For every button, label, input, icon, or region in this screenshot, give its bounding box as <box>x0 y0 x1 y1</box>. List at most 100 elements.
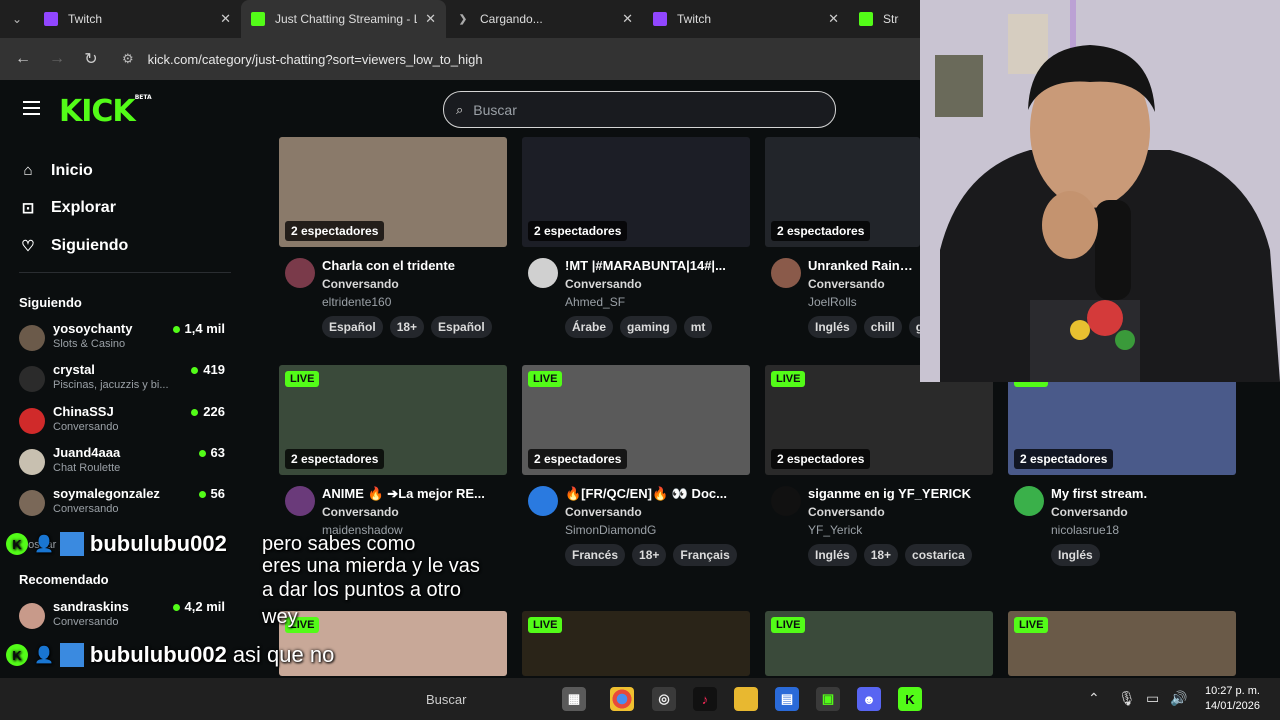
sidebar-channel[interactable]: sandraskins Conversando 4,2 mil <box>19 599 231 633</box>
tag-pill[interactable]: gaming <box>620 316 677 338</box>
stream-card[interactable]: LIVE 2 espectadores 🔥[FR/QC/EN]🔥 👀 Doc... C… <box>522 365 750 566</box>
sidebar-channel[interactable]: yosoychanty Slots & Casino 1,4 mil <box>19 321 231 355</box>
stream-category[interactable]: Conversando <box>322 505 399 519</box>
widgets-icon[interactable]: ▦ <box>562 687 586 711</box>
browser-tab[interactable]: Strea <box>849 0 909 38</box>
stream-title[interactable]: Unranked Rainbow <box>808 258 920 273</box>
tag-pill[interactable]: costarica <box>905 544 972 566</box>
stream-title[interactable]: 🔥[FR/QC/EN]🔥 👀 Doc... <box>565 486 750 502</box>
reload-icon[interactable]: ↻ <box>74 49 108 69</box>
stream-card[interactable]: LIVE <box>522 611 750 676</box>
url-field[interactable]: ⚙ kick.com/category/just-chatting?sort=v… <box>122 51 483 67</box>
browser-tab[interactable]: Just Chatting Streaming - Li ✕ <box>241 0 446 38</box>
stream-thumbnail[interactable]: LIVE <box>765 611 993 676</box>
tag-pill[interactable]: 18+ <box>632 544 667 566</box>
microphone-icon[interactable]: 🎙 <box>1118 690 1136 707</box>
channel-avatar[interactable] <box>285 486 315 516</box>
stream-card[interactable]: 2 espectadores Unranked Rainbow Conversand… <box>765 137 920 338</box>
sidebar-channel[interactable]: ChinaSSJ Conversando 226 <box>19 404 231 438</box>
tag-pill[interactable]: Inglés <box>808 544 857 566</box>
stream-username[interactable]: YF_Yerick <box>808 523 862 537</box>
browser-tab[interactable]: Twitch ✕ <box>643 0 849 38</box>
tag-pill[interactable]: Francés <box>565 544 626 566</box>
stream-thumbnail[interactable]: LIVE 2 espectadores <box>279 365 507 475</box>
browser-tab[interactable]: Twitch ✕ <box>34 0 241 38</box>
stream-category[interactable]: Conversando <box>808 277 885 291</box>
kick-taskbar-icon[interactable]: K <box>898 687 922 711</box>
stream-username[interactable]: nicolasrue18 <box>1051 523 1119 537</box>
tag-pill[interactable]: Español <box>322 316 383 338</box>
hamburger-menu-icon[interactable] <box>23 101 40 115</box>
search-input[interactable]: ⌕ Buscar <box>443 91 836 128</box>
stream-title[interactable]: siganme en ig YF_YERICK <box>808 486 993 501</box>
network-icon[interactable]: ▭ <box>1146 690 1159 707</box>
tag-pill[interactable]: Français <box>673 544 737 566</box>
close-tab-icon[interactable]: ✕ <box>220 11 231 27</box>
stream-title[interactable]: My first stream. <box>1051 486 1236 501</box>
stream-category[interactable]: Conversando <box>1051 505 1128 519</box>
close-tab-icon[interactable]: ✕ <box>622 11 633 27</box>
tab-list-dropdown-icon[interactable]: ⌄ <box>0 0 34 38</box>
tag-pill[interactable]: Español <box>431 316 492 338</box>
stream-username[interactable]: SimonDiamondG <box>565 523 656 537</box>
channel-avatar[interactable] <box>1014 486 1044 516</box>
sidebar-channel[interactable]: crystal Piscinas, jacuzzis y bi... 419 <box>19 362 231 396</box>
sidebar-channel[interactable]: soymalegonzalez Conversando 56 <box>19 486 231 520</box>
close-tab-icon[interactable]: ✕ <box>828 11 839 27</box>
tag-pill[interactable]: ga <box>908 316 920 338</box>
volume-icon[interactable]: 🔊 <box>1170 690 1187 707</box>
discord-icon[interactable]: ☻ <box>857 687 881 711</box>
stream-card[interactable]: 2 espectadores !MT |#MARABUNTA|14#|... Con… <box>522 137 750 338</box>
chrome-icon[interactable] <box>610 687 634 711</box>
system-clock[interactable]: 10:27 p. m. 14/01/2026 <box>1205 684 1260 714</box>
channel-avatar[interactable] <box>771 486 801 516</box>
stream-category[interactable]: Conversando <box>565 277 642 291</box>
stream-username[interactable]: Ahmed_SF <box>565 295 625 309</box>
apps-icon[interactable]: ▣ <box>816 687 840 711</box>
tag-pill[interactable]: 18+ <box>863 544 899 566</box>
back-icon[interactable]: ← <box>6 50 40 68</box>
tag-pill[interactable]: Inglés <box>1051 544 1100 566</box>
store-icon[interactable]: ▤ <box>775 687 799 711</box>
tag-pill[interactable]: Inglés <box>808 316 857 338</box>
tray-chevron-icon[interactable]: ⌃ <box>1088 690 1100 707</box>
stream-thumbnail[interactable]: 2 espectadores <box>279 137 507 247</box>
stream-title[interactable]: ANIME 🔥 ➔La mejor RE... <box>322 486 507 502</box>
browser-tab[interactable]: ❯ Cargando... ✕ <box>446 0 643 38</box>
stream-thumbnail[interactable]: LIVE 2 espectadores <box>522 365 750 475</box>
tag-pill[interactable]: Árabe <box>565 316 614 338</box>
stream-thumbnail[interactable]: 2 espectadores <box>522 137 750 247</box>
stream-thumbnail[interactable]: 2 espectadores <box>765 137 920 247</box>
stream-card[interactable]: LIVE 2 espectadores siganme en ig YF_YERIC… <box>765 365 993 566</box>
stream-card[interactable]: LIVE 2 espectadores ANIME 🔥 ➔La mejor RE..… <box>279 365 507 555</box>
stream-card[interactable]: 2 espectadores Charla con el tridente Conv… <box>279 137 507 338</box>
channel-avatar[interactable] <box>285 258 315 288</box>
channel-avatar[interactable] <box>528 258 558 288</box>
stream-title[interactable]: !MT |#MARABUNTA|14#|... <box>565 258 750 273</box>
tag-pill[interactable]: 18+ <box>389 316 425 338</box>
sidebar-nav-explorar[interactable]: ⊡ Explorar <box>20 190 250 228</box>
file-explorer-icon[interactable] <box>734 687 758 711</box>
stream-card[interactable]: LIVE <box>1008 611 1236 676</box>
stream-thumbnail[interactable]: LIVE <box>522 611 750 676</box>
sidebar-nav-siguiendo[interactable]: ♡ Siguiendo <box>20 227 250 265</box>
stream-category[interactable]: Conversando <box>565 505 642 519</box>
channel-avatar[interactable] <box>771 258 801 288</box>
stream-thumbnail[interactable]: LIVE <box>1008 611 1236 676</box>
channel-avatar[interactable] <box>528 486 558 516</box>
stream-card[interactable]: LIVE <box>765 611 993 676</box>
sidebar-nav-inicio[interactable]: ⌂ Inicio <box>20 152 250 190</box>
stream-card[interactable]: LIVE2 espectadoresMy first stream.Conver… <box>1008 365 1236 566</box>
sidebar-channel[interactable]: Juand4aaa Chat Roulette 63 <box>19 445 231 479</box>
stream-category[interactable]: Conversando <box>322 277 399 291</box>
stream-category[interactable]: Conversando <box>808 505 885 519</box>
tag-pill[interactable]: chill <box>863 316 902 338</box>
stream-username[interactable]: eltridente160 <box>322 295 391 309</box>
stream-title[interactable]: Charla con el tridente <box>322 258 507 273</box>
obs-icon[interactable]: ◎ <box>652 687 676 711</box>
close-tab-icon[interactable]: ✕ <box>425 11 436 27</box>
kick-logo[interactable]: KICKBETA <box>59 94 152 129</box>
forward-icon[interactable]: → <box>40 50 74 68</box>
site-settings-icon[interactable]: ⚙ <box>122 51 134 67</box>
stream-username[interactable]: JoelRolls <box>808 295 857 309</box>
